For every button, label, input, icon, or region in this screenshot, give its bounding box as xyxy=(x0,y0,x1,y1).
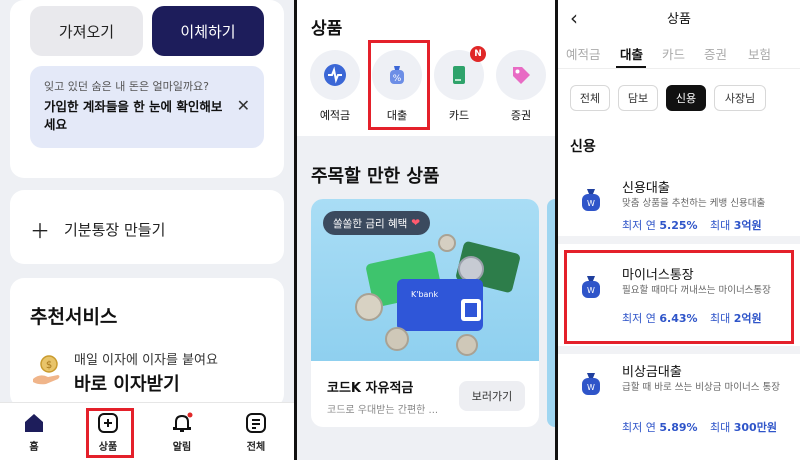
create-account-label: 기분통장 만들기 xyxy=(64,221,166,239)
product-name: 비상금대출 xyxy=(622,365,682,380)
menu-list-icon xyxy=(246,413,266,433)
money-bag-icon: W xyxy=(582,373,600,395)
category-stock[interactable]: 증권 xyxy=(493,50,549,123)
money-bag-icon: W xyxy=(582,189,600,211)
product-name: 신용대출 xyxy=(622,181,670,196)
section-separator xyxy=(558,346,800,354)
svg-text:W: W xyxy=(587,383,595,392)
home-screen: 가져오기 이체하기 잊고 있던 숨은 내 돈은 얼마일까요? 가입한 계좌들을 … xyxy=(0,0,294,460)
recommend-title: 추천서비스 xyxy=(30,306,118,328)
highlight-loan-category xyxy=(368,40,430,130)
category-savings-label: 예적금 xyxy=(319,109,351,122)
active-tab-indicator xyxy=(616,66,646,68)
tab-home-label: 홈 xyxy=(29,442,39,453)
tab-loan[interactable]: 대출 xyxy=(620,44,643,63)
view-button[interactable]: 보러가기 xyxy=(459,381,525,411)
next-promo-peek[interactable] xyxy=(547,199,555,427)
category-stock-label: 증권 xyxy=(510,109,532,122)
chip-credit[interactable]: 신용 xyxy=(666,85,706,111)
section-title: 신용 xyxy=(570,139,596,155)
category-savings[interactable]: 예적금 xyxy=(307,50,363,123)
create-account-row[interactable]: ＋ 기분통장 만들기 xyxy=(30,215,165,244)
tag-icon xyxy=(513,67,530,84)
new-badge: N xyxy=(470,46,486,62)
page-title: 상품 xyxy=(667,12,691,27)
highlight-products-tab xyxy=(86,408,134,458)
chip-all[interactable]: 전체 xyxy=(570,85,610,111)
product-desc: 급할 때 바로 쓰는 비상금 마이너스 통장 xyxy=(622,382,780,393)
heart-icon: ❤ xyxy=(411,217,421,229)
chip-business[interactable]: 사장님 xyxy=(714,85,766,111)
tab-all-label: 전체 xyxy=(246,442,266,453)
product-rate: 최저 연 5.89% xyxy=(622,421,698,434)
hidden-money-notice[interactable]: 잊고 있던 숨은 내 돈은 얼마일까요? 가입한 계좌들을 한 눈에 확인해보세… xyxy=(30,66,264,148)
category-card-label: 카드 xyxy=(448,109,470,122)
pulse-icon xyxy=(324,64,346,86)
close-icon[interactable]: ✕ xyxy=(237,96,250,115)
coin-hand-icon: $ xyxy=(33,355,60,385)
promo-pill-label: 쏠쏠한 금리 혜택 xyxy=(333,217,408,230)
bell-icon xyxy=(173,412,193,432)
section-separator xyxy=(558,236,800,244)
tab-stock[interactable]: 증권 xyxy=(704,44,727,63)
bottom-tab-bar: 홈 상품 알림 전체 xyxy=(0,402,294,460)
svg-text:W: W xyxy=(587,199,595,208)
card-icon xyxy=(453,66,465,84)
highlight-overdraft xyxy=(564,250,794,344)
product-emergency-loan[interactable]: W 비상금대출 급할 때 바로 쓰는 비상금 마이너스 통장 최저 연 5.89… xyxy=(564,361,794,451)
plus-icon: ＋ xyxy=(30,219,50,243)
home-icon xyxy=(25,414,43,432)
tab-savings[interactable]: 예적금 xyxy=(566,44,601,63)
svg-text:$: $ xyxy=(46,360,52,371)
tab-home[interactable]: 홈 xyxy=(8,411,60,453)
page-title: 상품 xyxy=(311,19,343,39)
recommend-link[interactable]: 바로 이자받기 xyxy=(74,370,180,396)
product-max: 최대 3억원 xyxy=(710,219,762,232)
loan-products-screen: ‹ 상품 예적금 대출 카드 증권 보험 전체 담보 신용 사장님 신용 W 신… xyxy=(558,0,800,460)
transfer-button[interactable]: 이체하기 xyxy=(152,6,264,56)
tab-insurance[interactable]: 보험 xyxy=(748,44,771,63)
recommend-subtitle: 매일 이자에 이자를 붙여요 xyxy=(74,353,218,368)
tab-all[interactable]: 전체 xyxy=(230,411,282,453)
products-screen: 상품 예적금 % 대출 N 카드 증권 주목할 만한 상품 K'bank 쏠쏠한… xyxy=(297,0,555,460)
promo-product-name: 코드K 자유적금 xyxy=(327,381,414,396)
import-button[interactable]: 가져오기 xyxy=(30,6,143,56)
card-brand-text: K'bank xyxy=(411,290,438,299)
chip-collateral[interactable]: 담보 xyxy=(618,85,658,111)
category-card[interactable]: N 카드 xyxy=(431,46,487,123)
product-desc: 맞춤 상품을 추천하는 케뱅 신용대출 xyxy=(622,198,766,209)
tab-alerts-label: 알림 xyxy=(172,442,192,453)
tab-card[interactable]: 카드 xyxy=(662,44,685,63)
tab-divider xyxy=(558,68,800,69)
promo-pill: 쏠쏠한 금리 혜택 ❤ xyxy=(323,211,431,235)
product-max: 최대 300만원 xyxy=(710,421,777,434)
promo-card[interactable]: K'bank 쏠쏠한 금리 혜택 ❤ 코드K 자유적금 코드로 우대받는 간편한… xyxy=(311,199,539,427)
tab-alerts[interactable]: 알림 xyxy=(156,411,208,453)
notice-title: 가입한 계좌들을 한 눈에 확인해보세요 xyxy=(44,99,223,132)
notice-subtitle: 잊고 있던 숨은 내 돈은 얼마일까요? xyxy=(44,80,210,93)
product-rate: 최저 연 5.25% xyxy=(622,219,698,232)
featured-section-title: 주목할 만한 상품 xyxy=(311,166,440,187)
promo-product-desc: 코드로 우대받는 간편한 ... xyxy=(327,405,439,416)
